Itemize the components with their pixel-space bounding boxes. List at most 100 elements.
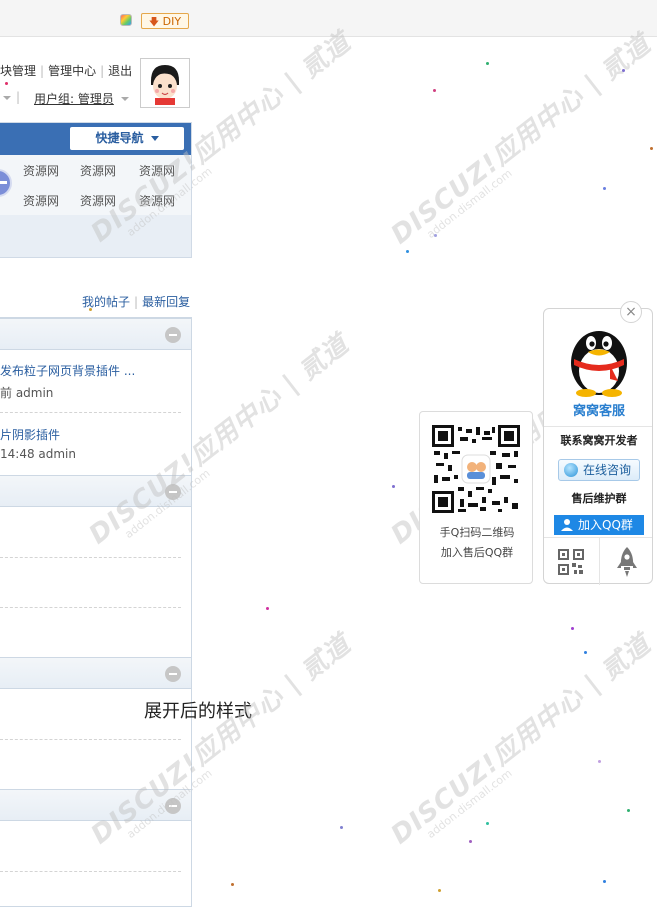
thread-title-link[interactable]: 片阴影插件 [0, 426, 60, 443]
separator: | [100, 64, 105, 78]
avatar-image [143, 61, 187, 105]
qr-code-image [432, 425, 520, 513]
section-header [0, 789, 191, 821]
qr-code-icon[interactable] [558, 549, 584, 575]
kefu-title[interactable]: 窝窝客服 [544, 400, 654, 419]
admin-center-link[interactable]: 管理中心 [48, 64, 96, 78]
particle-dot [603, 187, 606, 190]
panel-bottom-toolbar [544, 537, 652, 585]
quick-nav-header: 快捷导航 [0, 123, 191, 155]
quick-nav-button[interactable]: 快捷导航 [70, 127, 184, 150]
particle-dot [406, 250, 409, 253]
watermark: DISCUZ!应用中心 | 贰道 addon.dismall.com [382, 625, 657, 859]
particle-dot [469, 840, 472, 843]
particle-dot [438, 889, 441, 892]
particle-dot [627, 809, 630, 812]
watermark-url: addon.dismall.com [424, 766, 515, 842]
my-posts-link[interactable]: 我的帖子 [82, 295, 130, 309]
qr-instruction-1: 手Q扫码二维码 [439, 526, 515, 539]
particle-dot [584, 651, 587, 654]
collapse-icon[interactable] [165, 666, 181, 682]
divider [0, 739, 181, 740]
top-toolbar: 🡇 DIY [0, 0, 657, 37]
thread-meta: 14:48 admin [0, 447, 76, 461]
particle-dot [571, 627, 574, 630]
particle-dot [89, 308, 92, 311]
thread-title-link[interactable]: 发布粒子网页背景插件 ... [0, 362, 135, 379]
particle-dot [603, 880, 606, 883]
diy-button[interactable]: 🡇 DIY [141, 13, 189, 29]
separator: | [40, 64, 45, 78]
divider [0, 557, 181, 558]
avatar[interactable] [140, 58, 190, 108]
particle-dot [622, 69, 625, 72]
divider [599, 538, 600, 585]
online-consult-label: 在线咨询 [583, 463, 632, 477]
contact-developer-label: 联系窝窝开发者 [560, 434, 638, 447]
section-header [0, 475, 191, 507]
particle-dot [231, 883, 234, 886]
chevron-down-icon[interactable] [3, 95, 11, 100]
qq-penguin-icon [571, 331, 627, 397]
divider [0, 871, 181, 872]
watermark-brand: DISCUZ!应用中心 | 贰道 [385, 629, 657, 851]
chevron-down-icon[interactable] [121, 97, 129, 101]
latest-replies-link[interactable]: 最新回复 [142, 295, 190, 309]
online-consult-button[interactable]: 在线咨询 [558, 459, 640, 481]
particle-dot [266, 607, 269, 610]
close-icon: × [625, 304, 637, 320]
collapse-icon[interactable] [165, 327, 181, 343]
separator: | [16, 90, 21, 104]
particle-dot [5, 82, 8, 85]
qr-popup: 手Q扫码二维码 加入售后QQ群 [419, 411, 533, 584]
particle-dot [486, 62, 489, 65]
qr-instruction-2: 加入售后QQ群 [440, 546, 514, 559]
separator: | [134, 295, 139, 309]
watermark-brand: DISCUZ!应用中心 | 贰道 [385, 29, 657, 251]
globe-icon [564, 463, 578, 477]
user-row2: | 用户组: 管理员 [0, 90, 129, 106]
section-header [0, 657, 191, 689]
nav-item-resource[interactable]: 资源网 [23, 162, 59, 179]
nav-circle-icon [0, 169, 12, 197]
particle-dot [598, 760, 601, 763]
quick-nav-panel: 快捷导航 资源网 资源网 资源网 资源网 资源网 资源网 [0, 122, 192, 258]
download-arrow-icon: 🡇 [148, 17, 160, 28]
particle-dot [434, 234, 437, 237]
quick-nav-body: 资源网 资源网 资源网 资源网 资源网 资源网 [0, 155, 191, 215]
divider [0, 412, 181, 413]
post-links: 我的帖子 | 最新回复 [82, 293, 190, 310]
nav-item-resource[interactable]: 资源网 [139, 162, 175, 179]
watermark: DISCUZ!应用中心 | 贰道 addon.dismall.com [382, 25, 657, 259]
thread-meta: 前 admin [0, 386, 54, 400]
palette-icon[interactable] [120, 14, 132, 26]
diy-label: DIY [162, 15, 182, 28]
nav-item-resource[interactable]: 资源网 [139, 192, 175, 209]
after-sales-group-label: 售后维护群 [571, 492, 627, 505]
nav-item-resource[interactable]: 资源网 [80, 162, 116, 179]
nav-item-resource[interactable]: 资源网 [23, 192, 59, 209]
particle-dot [392, 485, 395, 488]
user-links: 块管理 | 管理中心 | 退出 [0, 62, 132, 79]
caption-text: 展开后的样式 [144, 701, 252, 722]
logout-link[interactable]: 退出 [108, 64, 132, 78]
collapse-icon[interactable] [165, 798, 181, 814]
back-to-top-rocket-icon[interactable] [616, 546, 638, 578]
collapse-icon[interactable] [165, 484, 181, 500]
particle-dot [340, 826, 343, 829]
usergroup-link[interactable]: 用户组: 管理员 [34, 90, 114, 107]
block-manage-link[interactable]: 块管理 [0, 64, 36, 78]
divider [544, 426, 652, 427]
particle-dot [486, 822, 489, 825]
customer-service-panel: × 窝窝客服 联系窝窝开发者 在线咨询 售后维护群 加入QQ群 [543, 301, 654, 585]
join-qq-group-button[interactable]: 加入QQ群 [554, 515, 644, 535]
join-qq-group-label: 加入QQ群 [578, 518, 633, 532]
section-header [0, 318, 191, 350]
particle-dot [433, 89, 436, 92]
user-icon [561, 519, 573, 531]
divider [0, 607, 181, 608]
nav-item-resource[interactable]: 资源网 [80, 192, 116, 209]
caret-down-icon [150, 136, 159, 141]
watermark-url: addon.dismall.com [424, 166, 515, 242]
main-content-box: 发布粒子网页背景插件 ... 前 admin 片阴影插件 14:48 admin [0, 317, 192, 907]
